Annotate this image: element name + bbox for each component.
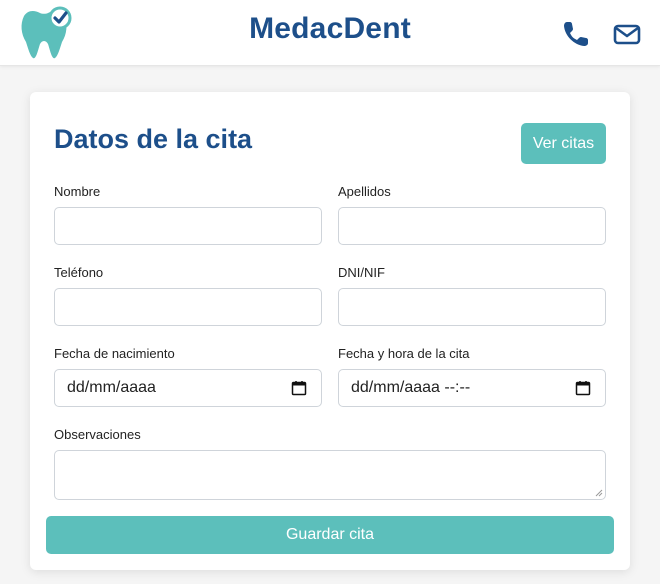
- nacimiento-label: Fecha de nacimiento: [54, 346, 175, 361]
- phone-icon[interactable]: [561, 19, 591, 49]
- apellidos-label: Apellidos: [338, 184, 391, 199]
- cita-datetime-value: dd/mm/aaaa --:--: [351, 379, 471, 396]
- cita-label: Fecha y hora de la cita: [338, 346, 470, 361]
- page-title: Datos de la cita: [54, 124, 253, 154]
- nombre-input[interactable]: [54, 207, 322, 245]
- calendar-icon[interactable]: [291, 380, 307, 396]
- resize-grip-icon[interactable]: [595, 489, 603, 497]
- appointment-card: Datos de la cita Ver citas Nombre Apelli…: [30, 92, 630, 570]
- telefono-input[interactable]: [54, 288, 322, 326]
- dni-input[interactable]: [338, 288, 606, 326]
- nombre-label: Nombre: [54, 184, 101, 199]
- calendar-icon[interactable]: [575, 380, 591, 396]
- cita-datetime-input[interactable]: dd/mm/aaaa --:--: [338, 369, 606, 407]
- observaciones-label: Observaciones: [54, 427, 141, 442]
- apellidos-input[interactable]: [338, 207, 606, 245]
- nacimiento-date-input[interactable]: dd/mm/aaaa: [54, 369, 322, 407]
- mail-icon[interactable]: [612, 20, 642, 50]
- ver-citas-button[interactable]: Ver citas: [521, 123, 606, 164]
- telefono-label: Teléfono: [54, 265, 104, 280]
- guardar-cita-button[interactable]: Guardar cita: [46, 516, 614, 554]
- nacimiento-date-value: dd/mm/aaaa: [67, 379, 156, 396]
- dni-label: DNI/NIF: [338, 265, 385, 280]
- observaciones-textarea[interactable]: [54, 450, 606, 500]
- top-header: MedacDent: [0, 0, 660, 66]
